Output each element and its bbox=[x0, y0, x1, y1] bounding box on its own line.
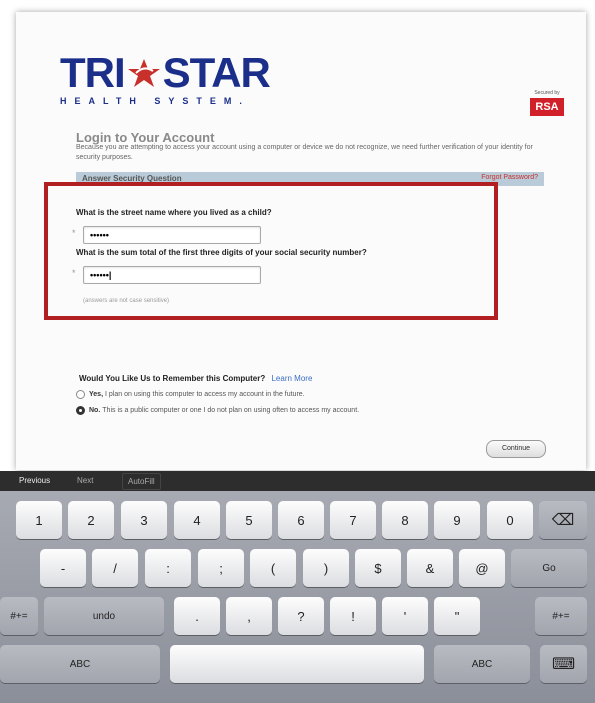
remember-question-text: Would You Like Us to Remember this Compu… bbox=[79, 374, 266, 383]
remember-question: Would You Like Us to Remember this Compu… bbox=[79, 374, 312, 383]
hide-keyboard-icon[interactable]: ⌨ bbox=[540, 645, 587, 683]
rsa-badge: Secured by RSA bbox=[530, 90, 564, 116]
continue-button[interactable]: Continue bbox=[486, 440, 546, 458]
key-9[interactable]: 9 bbox=[434, 501, 480, 539]
no-text: This is a public computer or one I do no… bbox=[102, 407, 360, 414]
forgot-password-link[interactable]: Forgot Password? bbox=[481, 174, 538, 181]
key-8[interactable]: 8 bbox=[382, 501, 428, 539]
logo-word-star: STAR bbox=[162, 49, 271, 96]
abc-key-right[interactable]: ABC bbox=[434, 645, 530, 683]
key-7[interactable]: 7 bbox=[330, 501, 376, 539]
undo-key[interactable]: undo bbox=[44, 597, 164, 635]
remember-yes-option[interactable]: Yes, I plan on using this computer to ac… bbox=[76, 390, 305, 399]
logo-word-tri: TRI bbox=[60, 49, 126, 96]
key-dollar[interactable]: $ bbox=[355, 549, 401, 587]
rsa-secured-text: Secured by bbox=[534, 90, 560, 96]
key-ampersand[interactable]: & bbox=[407, 549, 453, 587]
radio-yes[interactable] bbox=[76, 390, 85, 399]
space-key[interactable] bbox=[170, 645, 424, 683]
radio-no[interactable] bbox=[76, 406, 85, 415]
onscreen-keyboard: 1 2 3 4 5 6 7 8 9 0 ⌫ - / : ; ( ) $ & @ … bbox=[0, 491, 595, 703]
key-exclamation[interactable]: ! bbox=[330, 597, 376, 635]
previous-button[interactable]: Previous bbox=[14, 473, 55, 488]
go-key[interactable]: Go bbox=[511, 549, 587, 587]
key-3[interactable]: 3 bbox=[121, 501, 167, 539]
star-logo-icon bbox=[127, 59, 160, 87]
page-description: Because you are attempting to access you… bbox=[76, 144, 533, 161]
key-4[interactable]: 4 bbox=[174, 501, 220, 539]
yes-bold-label: Yes, bbox=[89, 391, 104, 398]
tristar-logo: TRI STAR HEALTH SYSTEM. bbox=[60, 49, 271, 107]
next-button[interactable]: Next bbox=[72, 473, 98, 488]
keyboard-toolbar: Previous Next AutoFill bbox=[0, 471, 595, 491]
key-quote[interactable]: " bbox=[434, 597, 480, 635]
key-5[interactable]: 5 bbox=[226, 501, 272, 539]
yes-text: I plan on using this computer to access … bbox=[105, 391, 305, 398]
abc-key-left[interactable]: ABC bbox=[0, 645, 160, 683]
key-6[interactable]: 6 bbox=[278, 501, 324, 539]
highlight-box bbox=[44, 182, 498, 320]
key-semicolon[interactable]: ; bbox=[198, 549, 244, 587]
key-hyphen[interactable]: - bbox=[40, 549, 86, 587]
key-at[interactable]: @ bbox=[459, 549, 505, 587]
key-colon[interactable]: : bbox=[145, 549, 191, 587]
learn-more-link[interactable]: Learn More bbox=[271, 374, 312, 383]
logo-subtitle: HEALTH SYSTEM. bbox=[60, 96, 250, 106]
rsa-logo: RSA bbox=[530, 98, 564, 116]
key-open-paren[interactable]: ( bbox=[250, 549, 296, 587]
key-comma[interactable]: , bbox=[226, 597, 272, 635]
no-bold-label: No. bbox=[89, 407, 101, 414]
remember-no-option[interactable]: No. This is a public computer or one I d… bbox=[76, 406, 359, 415]
key-question[interactable]: ? bbox=[278, 597, 324, 635]
key-1[interactable]: 1 bbox=[16, 501, 62, 539]
key-apostrophe[interactable]: ' bbox=[382, 597, 428, 635]
key-period[interactable]: . bbox=[174, 597, 220, 635]
key-2[interactable]: 2 bbox=[68, 501, 114, 539]
delete-key-icon[interactable]: ⌫ bbox=[539, 501, 587, 539]
symbols-key-right[interactable]: #+= bbox=[535, 597, 587, 635]
key-0[interactable]: 0 bbox=[487, 501, 533, 539]
key-close-paren[interactable]: ) bbox=[303, 549, 349, 587]
key-slash[interactable]: / bbox=[92, 549, 138, 587]
autofill-button[interactable]: AutoFill bbox=[122, 473, 161, 490]
symbols-key-left[interactable]: #+= bbox=[0, 597, 38, 635]
device-frame: TRI STAR HEALTH SYSTEM. Secured by RSA L… bbox=[0, 0, 595, 703]
